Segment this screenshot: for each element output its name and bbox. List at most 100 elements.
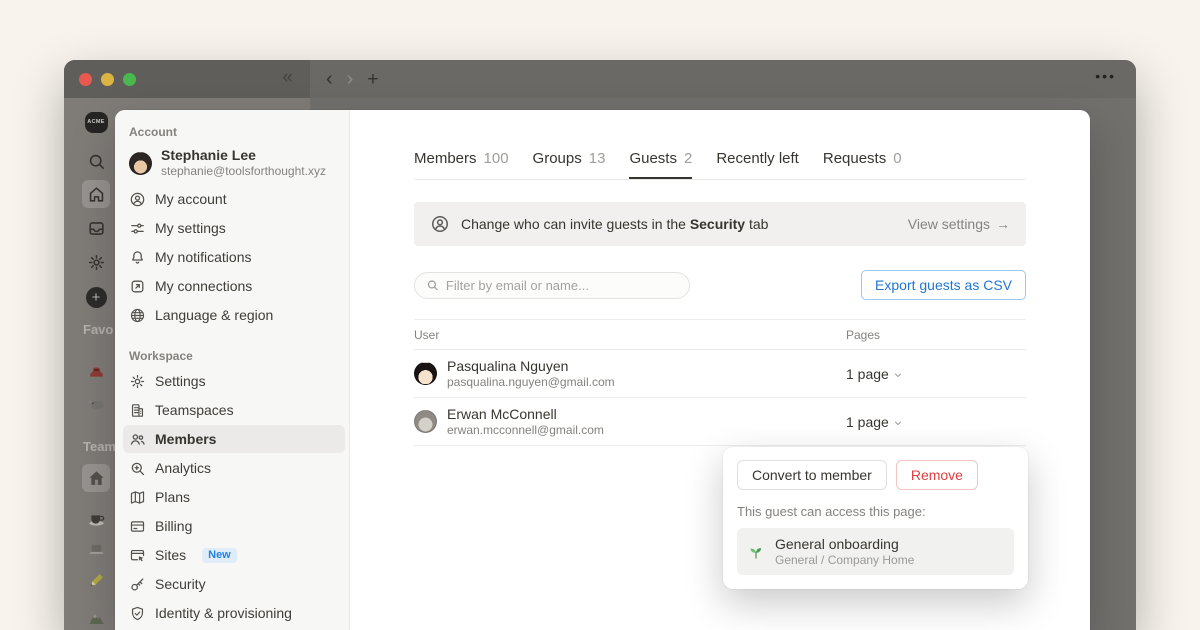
guests-table: User Pages Pasqualina Nguyen pasqualina.… [414,319,1026,446]
minimize-window-button[interactable] [101,73,114,86]
sidebar-item-my-account[interactable]: My account [123,185,345,213]
page-title: General onboarding [775,535,914,553]
sidebar-item-label: Members [155,431,216,447]
tab-navigation: ‹ › + [326,60,378,98]
sidebar-item-label: Analytics [155,460,211,476]
person-circle-icon [129,191,146,208]
sidebar-item-my-settings[interactable]: My settings [123,214,345,242]
chevron-down-icon [893,370,903,380]
new-tab-icon[interactable]: + [367,70,378,89]
sidebar-item-settings[interactable]: Settings [123,367,345,395]
invite-settings-banner: Change who can invite guests in the Secu… [414,202,1026,246]
sidebar-inbox-button[interactable] [82,214,110,242]
settings-sidebar: Account Stephanie Lee stephanie@toolsfor… [115,110,350,630]
sidebar-item-teamspaces[interactable]: Teamspaces [123,396,345,424]
building-icon [129,402,146,419]
plus-icon: + [86,287,107,308]
sidebar-page-mountain[interactable] [82,604,110,630]
user-email: stephanie@toolsforthought.xyz [161,164,326,179]
sidebar-settings-button[interactable] [82,248,110,276]
tab-groups[interactable]: Groups 13 [533,150,606,179]
tab-count: 2 [684,150,692,167]
sidebar-page-house[interactable] [82,464,110,492]
more-options-icon[interactable]: ••• [1095,68,1116,84]
convert-to-member-button[interactable]: Convert to member [737,460,887,490]
remove-guest-button[interactable]: Remove [896,460,978,490]
zoom-window-button[interactable] [123,73,136,86]
sidebar-item-label: Identity & provisioning [155,605,292,621]
pages-dropdown[interactable]: 1 page [846,366,1026,382]
mountain-emoji-icon [87,609,106,628]
guest-avatar [414,362,437,385]
guest-avatar [414,410,437,433]
sidebar-item-label: Billing [155,518,192,534]
sidebar-item-billing[interactable]: Billing [123,512,345,540]
sidebar-item-my-notifications[interactable]: My notifications [123,243,345,271]
acme-logo-icon: ACME [85,112,108,133]
tab-requests[interactable]: Requests 0 [823,150,902,179]
sidebar-item-sites[interactable]: Sites New [123,541,345,569]
seedling-icon [747,543,765,561]
guest-actions-popover: Convert to member Remove This guest can … [723,447,1028,589]
traffic-lights [79,73,136,86]
sidebar-item-label: My connections [155,278,252,294]
tab-count: 0 [893,150,901,167]
sidebar-page-phone[interactable] [82,357,110,385]
sidebar-page-rhino[interactable] [82,389,110,417]
column-header-user: User [414,328,846,342]
window-titlebar: « ‹ › + ••• [64,60,1136,98]
sidebar-home-button[interactable] [82,180,110,208]
account-user-row[interactable]: Stephanie Lee stephanie@toolsforthought.… [115,143,349,185]
arrow-right-icon: → [996,216,1010,232]
banner-text: Change who can invite guests in the Secu… [461,216,897,232]
tab-label: Groups [533,150,582,167]
person-circle-icon [430,214,450,234]
tab-recently-left[interactable]: Recently left [716,150,799,179]
chevron-down-icon [893,418,903,428]
guest-filter-field[interactable] [414,272,690,299]
search-icon [426,278,439,292]
view-settings-link[interactable]: View settings → [908,216,1010,232]
sidebar-new-page-button[interactable]: + [82,283,110,311]
sidebar-item-identity-provisioning[interactable]: Identity & provisioning [123,599,345,627]
sidebar-item-my-connections[interactable]: My connections [123,272,345,300]
sidebar-item-plans[interactable]: Plans [123,483,345,511]
tab-members[interactable]: Members 100 [414,150,509,179]
sidebar-page-laptop[interactable] [82,535,110,563]
sidebar-item-analytics[interactable]: Analytics [123,454,345,482]
sidebar-page-pencil[interactable] [82,566,110,594]
user-name: Stephanie Lee [161,147,326,164]
sidebar-item-language-region[interactable]: Language & region [123,301,345,329]
collapse-sidebar-icon[interactable]: « [282,67,293,89]
tab-count: 100 [484,150,509,167]
globe-icon [129,307,146,324]
table-row[interactable]: Erwan McConnell erwan.mcconnell@gmail.co… [414,398,1026,446]
pages-dropdown[interactable]: 1 page [846,414,1026,430]
back-icon[interactable]: ‹ [326,69,333,89]
credit-card-icon [129,518,146,535]
rhino-emoji-icon [87,394,106,413]
accessible-page-item[interactable]: General onboarding General / Company Hom… [737,528,1014,575]
workspace-logo[interactable]: ACME [82,108,110,136]
close-window-button[interactable] [79,73,92,86]
tab-label: Requests [823,150,886,167]
guest-filter-input[interactable] [446,278,678,293]
table-row[interactable]: Pasqualina Nguyen pasqualina.nguyen@gmai… [414,350,1026,398]
pages-count-label: 1 page [846,414,889,430]
view-settings-label: View settings [908,216,990,232]
house-emoji-icon [87,469,106,488]
export-guests-csv-button[interactable]: Export guests as CSV [861,270,1026,300]
sidebar-item-members[interactable]: Members [123,425,345,453]
tab-guests[interactable]: Guests 2 [629,150,692,179]
sidebar-search-button[interactable] [82,147,110,175]
shield-check-icon [129,605,146,622]
sidebar-page-coffee[interactable] [82,504,110,532]
phone-emoji-icon [87,362,106,381]
popover-buttons: Convert to member Remove [737,460,1014,490]
teamspaces-section-label: Team [83,439,116,454]
table-header: User Pages [414,319,1026,350]
forward-icon[interactable]: › [347,69,354,89]
sidebar-item-security[interactable]: Security [123,570,345,598]
inbox-icon [87,219,106,238]
guest-cell: Erwan McConnell erwan.mcconnell@gmail.co… [414,406,846,438]
